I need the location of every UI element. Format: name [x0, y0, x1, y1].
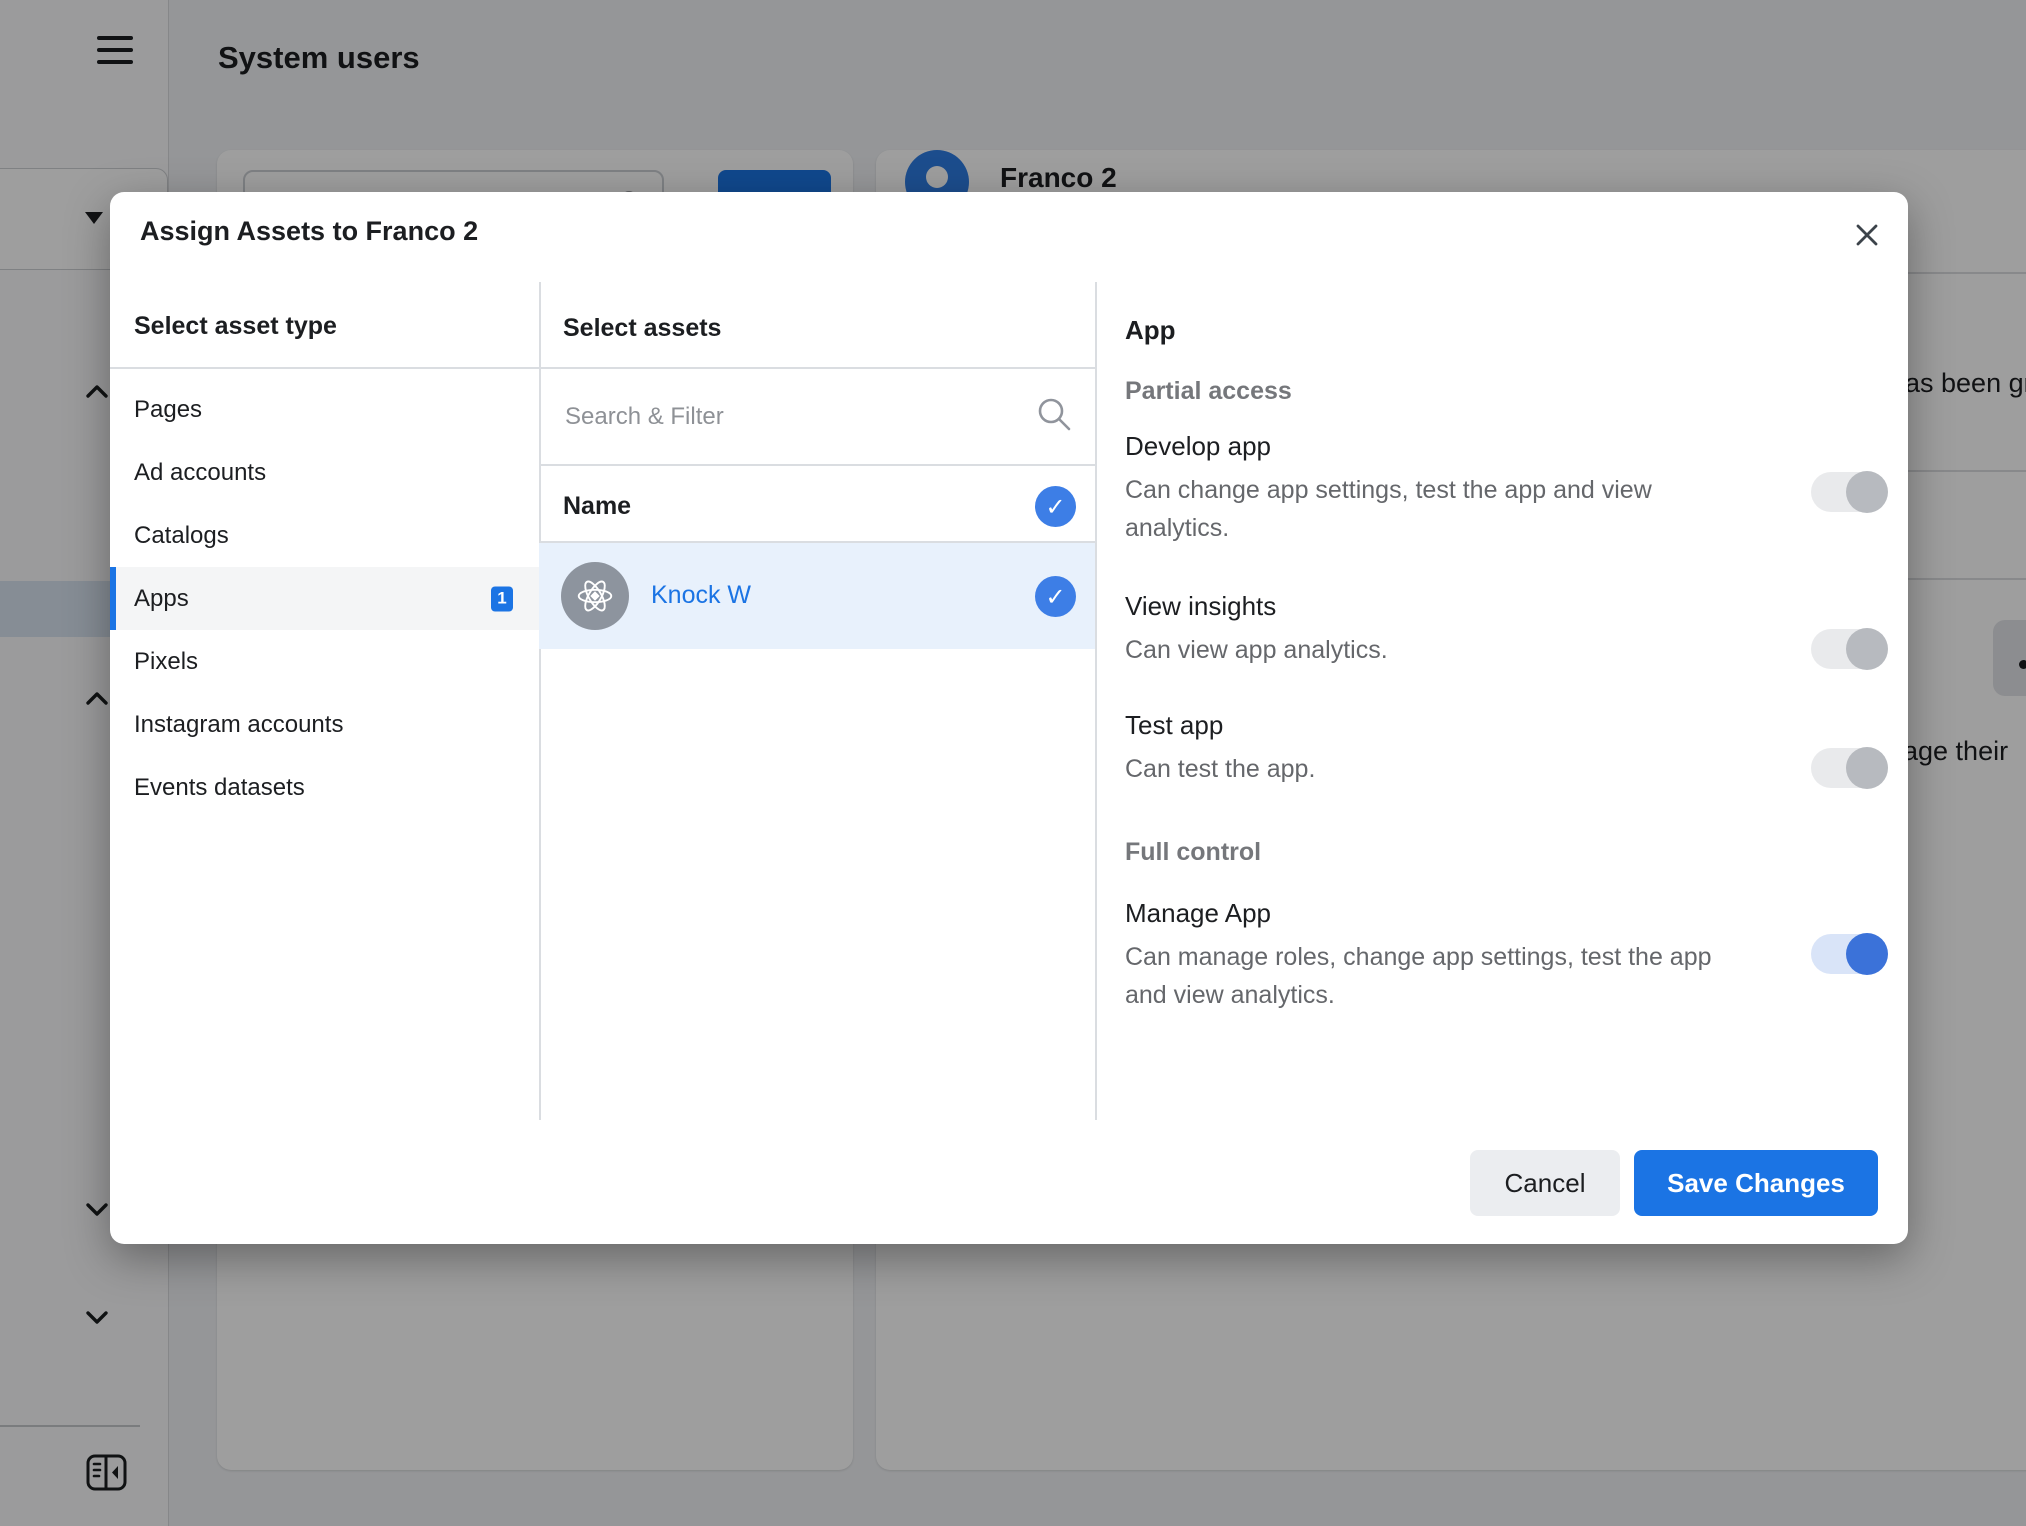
search-divider [539, 464, 1097, 466]
close-button[interactable] [1846, 214, 1888, 256]
permission-desc-view-insights: Can view app analytics. [1125, 631, 1745, 669]
permission-label-test-app: Test app [1125, 710, 1223, 741]
full-control-title: Full control [1125, 838, 1261, 867]
modal-title: Assign Assets to Franco 2 [140, 216, 478, 247]
save-changes-button[interactable]: Save Changes [1634, 1150, 1878, 1216]
selected-count-badge: 1 [491, 586, 513, 611]
asset-checkbox[interactable]: ✓ [1035, 576, 1076, 617]
partial-access-title: Partial access [1125, 377, 1292, 406]
asset-name: Knock W [651, 581, 751, 610]
asset-type-ad-accounts[interactable]: Ad accounts [110, 441, 539, 504]
asset-type-catalogs[interactable]: Catalogs [110, 504, 539, 567]
search-icon [1035, 395, 1073, 433]
asset-type-list: Pages Ad accounts Catalogs Apps 1 Pixels… [110, 378, 539, 819]
app-avatar [561, 562, 629, 630]
close-icon [1852, 220, 1882, 250]
toggle-test-app[interactable] [1811, 748, 1887, 788]
column-divider [1095, 282, 1097, 1120]
permission-label-develop-app: Develop app [1125, 431, 1271, 462]
screen: System users Franco 2 as been gr [0, 0, 2026, 1526]
select-all-checkbox[interactable]: ✓ [1035, 486, 1076, 527]
toggle-view-insights[interactable] [1811, 629, 1887, 669]
permission-desc-manage-app: Can manage roles, change app settings, t… [1125, 938, 1745, 1014]
app-atom-icon [572, 573, 618, 619]
asset-type-events-datasets[interactable]: Events datasets [110, 756, 539, 819]
permission-label-view-insights: View insights [1125, 591, 1276, 622]
toggle-manage-app[interactable] [1811, 934, 1887, 974]
asset-type-pixels[interactable]: Pixels [110, 630, 539, 693]
check-icon: ✓ [1045, 585, 1065, 609]
asset-type-pages[interactable]: Pages [110, 378, 539, 441]
asset-row-knock-w[interactable]: Knock W ✓ [539, 543, 1095, 649]
asset-type-instagram-accounts[interactable]: Instagram accounts [110, 693, 539, 756]
name-column-header: Name [563, 492, 631, 521]
toggle-develop-app[interactable] [1811, 472, 1887, 512]
permission-desc-test-app: Can test the app. [1125, 750, 1745, 788]
search-input[interactable] [563, 391, 997, 443]
assign-assets-modal: Assign Assets to Franco 2 Select asset t… [110, 192, 1908, 1244]
asset-type-apps[interactable]: Apps 1 [110, 567, 539, 630]
permission-label-manage-app: Manage App [1125, 898, 1271, 929]
permission-desc-develop-app: Can change app settings, test the app an… [1125, 471, 1745, 547]
asset-search [539, 369, 1095, 464]
check-icon: ✓ [1045, 495, 1065, 519]
cancel-button[interactable]: Cancel [1470, 1150, 1620, 1216]
assets-header: Select assets [563, 314, 721, 343]
asset-type-header: Select asset type [134, 312, 337, 341]
permissions-header: App [1125, 315, 1176, 346]
